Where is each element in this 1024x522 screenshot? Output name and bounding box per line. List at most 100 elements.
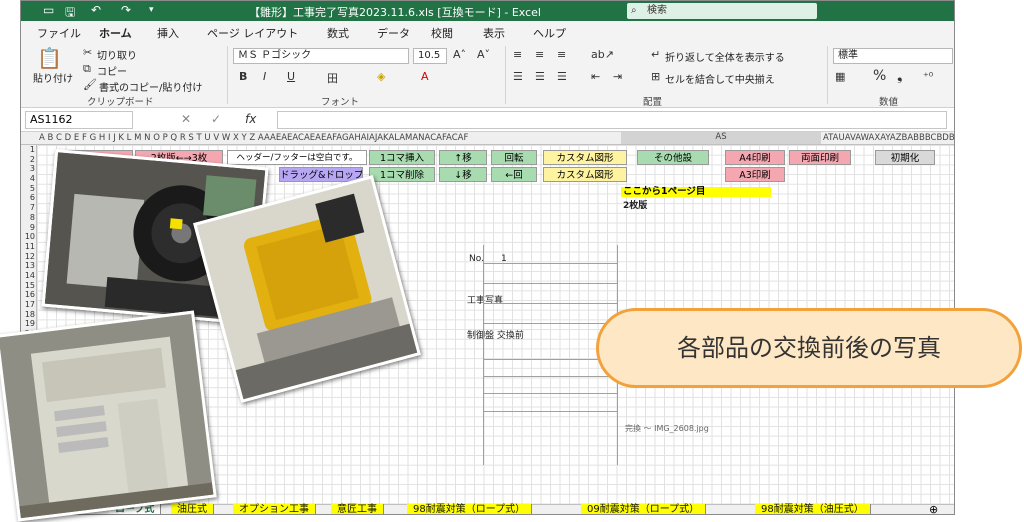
row-number[interactable]: 9: [21, 223, 36, 233]
brush-icon: 🖌: [83, 78, 97, 91]
number-format-select[interactable]: 標準: [833, 48, 953, 64]
sheet-tab-design[interactable]: 意匠工事: [331, 504, 384, 514]
drag-drop-button[interactable]: ドラッグ&ドロップ: [279, 167, 363, 182]
move-up-button[interactable]: ↑移: [439, 150, 487, 165]
tab-file[interactable]: ファイル: [37, 25, 81, 41]
orientation-icon[interactable]: ab↗: [591, 48, 614, 61]
tab-view[interactable]: 表示: [483, 25, 505, 41]
custom-shape-button-1[interactable]: カスタム図形: [543, 150, 627, 165]
duplex-print-button[interactable]: 両面印刷: [789, 150, 851, 165]
row-number[interactable]: 4: [21, 174, 36, 184]
align-left-icon[interactable]: ☰: [513, 70, 523, 83]
paste-button[interactable]: 貼り付け: [33, 70, 73, 85]
row-number[interactable]: 12: [21, 252, 36, 262]
row-number[interactable]: 19: [21, 319, 36, 329]
align-center-icon[interactable]: ☰: [535, 70, 545, 83]
column-header[interactable]: A B C D E F G H I J K L M N O P Q R S T …: [21, 132, 954, 145]
cut-button[interactable]: 切り取り: [97, 47, 137, 62]
row-number[interactable]: 15: [21, 281, 36, 291]
indent-decrease-icon[interactable]: ⇤: [591, 70, 600, 83]
indent-increase-icon[interactable]: ⇥: [613, 70, 622, 83]
row-number[interactable]: 13: [21, 261, 36, 271]
panel-before-label: 制御盤 交換前: [467, 331, 524, 341]
a3-print-button[interactable]: A3印刷: [725, 167, 785, 182]
underline-button[interactable]: U: [287, 70, 295, 83]
row-number[interactable]: 3: [21, 164, 36, 174]
search-placeholder: 検索: [647, 5, 667, 16]
sheet-tab-option[interactable]: オプション工事: [233, 504, 316, 514]
enter-icon[interactable]: ✓: [211, 112, 221, 126]
initialize-button[interactable]: 初期化: [875, 150, 935, 165]
align-right-icon[interactable]: ☰: [557, 70, 567, 83]
italic-button[interactable]: I: [263, 70, 266, 83]
ribbon-separator: [505, 46, 506, 104]
undo-icon[interactable]: ↶: [91, 3, 101, 17]
sheet-tab-09-rope[interactable]: 09耐震対策（ロープ式）: [581, 504, 707, 514]
name-box[interactable]: AS1162: [25, 111, 133, 129]
percent-button[interactable]: %: [873, 68, 886, 84]
sheet-tab-98-hydraulic[interactable]: 98耐震対策（油圧式）: [755, 504, 871, 514]
row-number[interactable]: 7: [21, 203, 36, 213]
comma-icon[interactable]: ❟: [897, 68, 903, 84]
tab-help[interactable]: ヘルプ: [533, 25, 566, 41]
wrap-text-button[interactable]: 折り返して全体を表示する: [665, 49, 785, 64]
a4-print-button[interactable]: A4印刷: [725, 150, 785, 165]
align-middle-icon[interactable]: ≡: [535, 48, 544, 61]
move-down-button[interactable]: ↓移: [439, 167, 487, 182]
row-number[interactable]: 14: [21, 271, 36, 281]
row-number[interactable]: 5: [21, 184, 36, 194]
clipboard-icon[interactable]: 📋: [37, 46, 62, 70]
row-number[interactable]: 8: [21, 213, 36, 223]
row-number[interactable]: 1: [21, 145, 36, 155]
custom-shape-button-2[interactable]: カスタム図形: [543, 167, 627, 182]
tab-page-layout[interactable]: ページ レイアウト: [207, 25, 298, 41]
formula-input[interactable]: [277, 111, 947, 129]
font-name-select[interactable]: ＭＳ Ｐゴシック: [233, 48, 409, 64]
other-settings-button[interactable]: その他設: [637, 150, 709, 165]
row-number[interactable]: 6: [21, 193, 36, 203]
row-number[interactable]: 11: [21, 242, 36, 252]
bold-button[interactable]: B: [239, 70, 247, 83]
sheet-tab-98-rope[interactable]: 98耐震対策（ロープ式）: [407, 504, 533, 514]
copy-button[interactable]: コピー: [97, 63, 127, 78]
column-as-header[interactable]: AS: [621, 132, 821, 144]
redo-icon[interactable]: ↷: [121, 3, 131, 17]
rotate-back-button[interactable]: ←回: [491, 167, 537, 182]
tab-review[interactable]: 校閲: [431, 25, 453, 41]
insert-frame-button[interactable]: 1コマ挿入: [369, 150, 435, 165]
border-icon[interactable]: 田: [327, 70, 338, 86]
autosave-icon[interactable]: ▭: [43, 3, 54, 17]
search-box[interactable]: ⌕ 検索: [627, 3, 817, 19]
merge-icon: ⊞: [651, 70, 661, 83]
sheet-tab-hydraulic[interactable]: 油圧式: [171, 504, 214, 514]
currency-icon[interactable]: ▦: [835, 70, 845, 83]
fill-color-icon[interactable]: ◈: [377, 70, 385, 83]
decimal-increase-icon[interactable]: ⁺⁰: [923, 70, 933, 83]
add-sheet-icon[interactable]: ⊕: [929, 503, 938, 514]
row-number[interactable]: 17: [21, 300, 36, 310]
tab-data[interactable]: データ: [377, 25, 410, 41]
align-top-icon[interactable]: ≡: [513, 48, 522, 61]
header-footer-note[interactable]: ヘッダー/フッターは空白です。: [227, 150, 367, 165]
cancel-icon[interactable]: ✕: [181, 112, 191, 126]
rotate-button[interactable]: 回転: [491, 150, 537, 165]
row-number[interactable]: 18: [21, 310, 36, 320]
font-color-icon[interactable]: A: [421, 70, 429, 83]
form-line: [483, 283, 617, 284]
customize-qa-icon[interactable]: ▾: [149, 5, 154, 15]
align-bottom-icon[interactable]: ≡: [557, 48, 566, 61]
font-name-value: ＭＳ Ｐゴシック: [238, 50, 312, 61]
row-number[interactable]: 16: [21, 290, 36, 300]
ribbon-separator: [227, 46, 228, 104]
tab-formulas[interactable]: 数式: [327, 25, 349, 41]
font-size-select[interactable]: 10.5: [413, 48, 447, 64]
font-shrink-icon[interactable]: A˅: [477, 48, 490, 61]
row-number[interactable]: 10: [21, 232, 36, 242]
font-grow-icon[interactable]: A˄: [453, 48, 466, 61]
delete-frame-button[interactable]: 1コマ削除: [369, 167, 435, 182]
tab-insert[interactable]: 挿入: [157, 25, 179, 41]
fx-button[interactable]: fx: [245, 112, 256, 126]
row-number[interactable]: 2: [21, 155, 36, 165]
format-painter-button[interactable]: 書式のコピー/貼り付け: [99, 79, 202, 94]
merge-center-button[interactable]: セルを結合して中央揃え: [665, 71, 775, 86]
